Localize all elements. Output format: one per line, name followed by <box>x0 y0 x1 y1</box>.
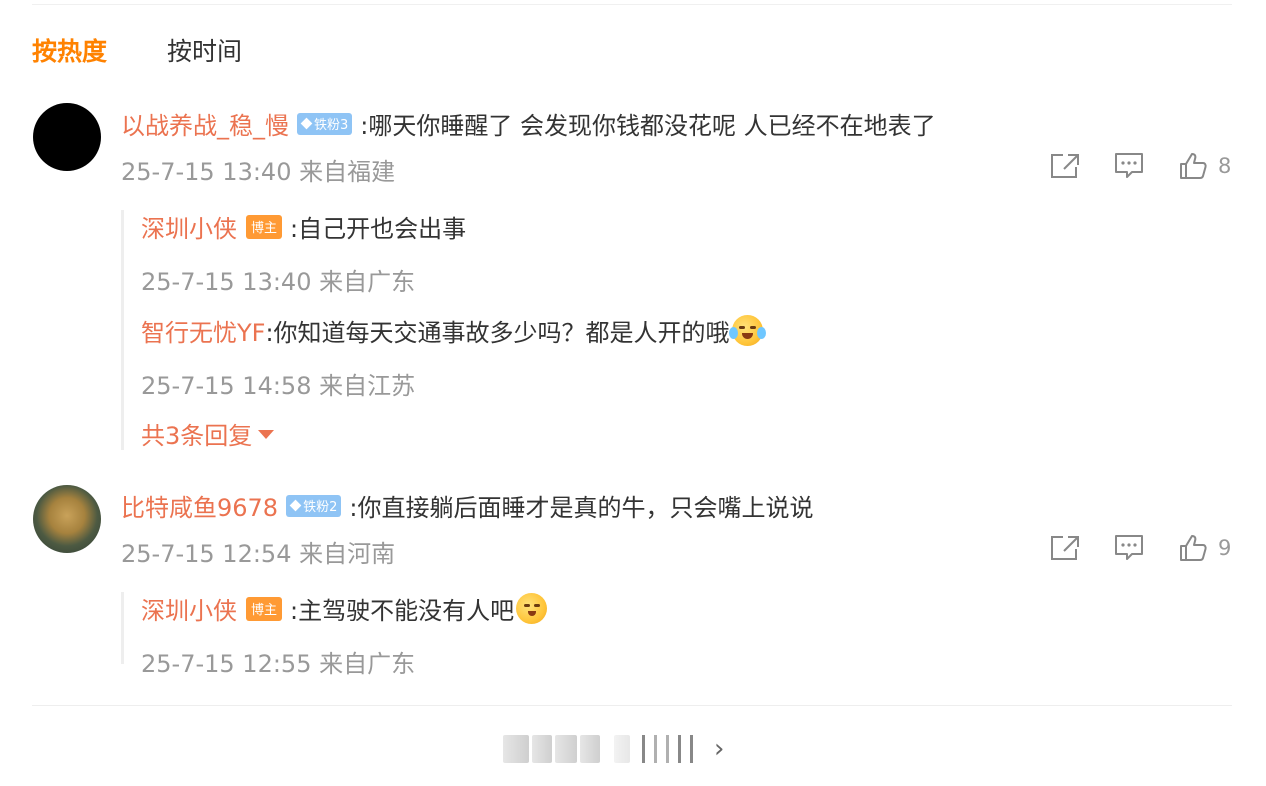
view-more-link[interactable]: › <box>503 734 724 764</box>
like-icon <box>1180 153 1207 179</box>
comment-icon <box>1115 153 1143 178</box>
reply-meta: 25-7-15 13:40 来自广东 <box>141 268 416 296</box>
tab-sort-hot[interactable]: 按热度 <box>32 34 107 70</box>
comment-header: 以战养战_稳_慢 铁粉3 :哪天你睡醒了 会发现你钱都没花呢 人已经不在地表了 <box>121 106 936 141</box>
crying-laughing-emoji <box>728 315 766 346</box>
like-button[interactable]: 9 <box>1178 533 1231 563</box>
owner-badge: 博主 <box>246 596 283 621</box>
comment-button[interactable] <box>1114 152 1144 180</box>
reply-meta: 25-7-15 14:58 来自江苏 <box>141 372 416 400</box>
comment-header: 比特咸鱼9678 铁粉2 :你直接躺后面睡才是真的牛，只会嘴上说说 <box>121 488 813 523</box>
sort-tabs: 按热度 按时间 <box>32 34 242 70</box>
comment-username[interactable]: 比特咸鱼9678 <box>121 488 278 523</box>
share-icon <box>1051 536 1079 560</box>
fan-badge: 铁粉3 <box>297 112 353 135</box>
reply-meta: 25-7-15 12:55 来自广东 <box>141 650 416 678</box>
chevron-right-icon[interactable]: › <box>714 734 724 764</box>
diamond-icon <box>300 117 313 130</box>
avatar[interactable] <box>33 103 101 171</box>
tab-sort-time[interactable]: 按时间 <box>167 34 242 70</box>
fan-badge-label: 铁粉3 <box>314 118 349 133</box>
comment-actions: 9 <box>1049 533 1231 563</box>
reply-thread-line <box>121 210 124 450</box>
comment-username[interactable]: 以战养战_稳_慢 <box>121 106 289 141</box>
comment-actions: 8 <box>1049 151 1231 181</box>
more-replies-button[interactable]: 共3条回复 <box>141 416 275 451</box>
like-icon <box>1180 535 1207 561</box>
reply-text: :你知道每天交通事故多少吗？都是人开的哦 <box>265 319 730 347</box>
share-button[interactable] <box>1049 152 1081 180</box>
reply-item: 深圳小侠 博主 :主驾驶不能没有人吧 25-7-15 12:55 来自广东 <box>141 591 548 679</box>
share-icon <box>1051 154 1079 178</box>
owner-badge: 博主 <box>246 214 283 239</box>
like-count: 8 <box>1218 154 1232 178</box>
caret-down-icon <box>258 430 275 439</box>
comment-text: :哪天你睡醒了 会发现你钱都没花呢 人已经不在地表了 <box>360 112 936 140</box>
fan-badge: 铁粉2 <box>286 494 342 517</box>
comment-text: :你直接躺后面睡才是真的牛，只会嘴上说说 <box>349 494 814 522</box>
shy-face-emoji <box>516 593 548 624</box>
fan-badge-label: 铁粉2 <box>303 500 338 515</box>
reply-text: :自己开也会出事 <box>290 215 467 243</box>
comment-meta: 25-7-15 13:40 来自福建 <box>121 158 396 186</box>
reply-username[interactable]: 深圳小侠 <box>141 591 237 626</box>
avatar[interactable] <box>33 485 101 553</box>
reply-thread-line <box>121 592 124 664</box>
top-divider <box>32 4 1232 5</box>
like-button[interactable]: 8 <box>1178 151 1231 181</box>
reply-item: 深圳小侠 博主 :自己开也会出事 25-7-15 13:40 来自广东 <box>141 209 466 297</box>
reply-text: :主驾驶不能没有人吧 <box>290 597 515 625</box>
comment-icon <box>1115 535 1143 560</box>
reply-item: 智行无忧YF :你知道每天交通事故多少吗？都是人开的哦 25-7-15 14:5… <box>141 313 766 401</box>
reply-username[interactable]: 智行无忧YF <box>141 313 265 348</box>
like-count: 9 <box>1218 536 1232 560</box>
comment-button[interactable] <box>1114 534 1144 562</box>
share-button[interactable] <box>1049 534 1081 562</box>
comment-meta: 25-7-15 12:54 来自河南 <box>121 540 396 568</box>
reply-username[interactable]: 深圳小侠 <box>141 209 237 244</box>
bottom-divider <box>32 705 1232 706</box>
diamond-icon <box>289 499 302 512</box>
more-replies-label: 共3条回复 <box>141 422 253 450</box>
